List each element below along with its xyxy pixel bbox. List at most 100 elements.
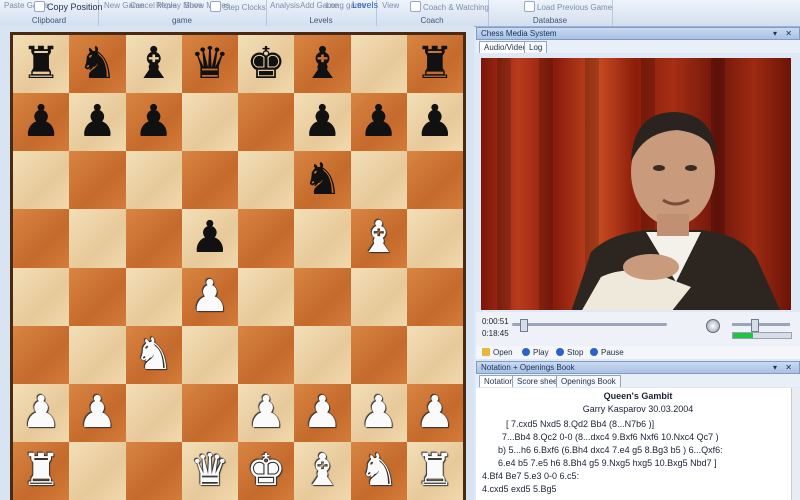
white-pawn-icon[interactable]: ♟ — [190, 274, 229, 319]
square-e2[interactable]: ♟ — [238, 383, 295, 442]
square-a4[interactable] — [13, 267, 70, 326]
square-h2[interactable]: ♟ — [406, 383, 463, 442]
volume-knob[interactable] — [750, 319, 759, 332]
square-b7[interactable]: ♟ — [69, 93, 126, 152]
square-d4[interactable]: ♟ — [181, 267, 238, 326]
square-e7[interactable] — [238, 93, 295, 152]
square-f4[interactable] — [294, 267, 351, 326]
white-pawn-icon[interactable]: ♟ — [78, 390, 117, 435]
notation-line[interactable]: 6.e4 b5 7.e5 h6 8.Bh4 g5 9.Nxg5 hxg5 10.… — [498, 458, 717, 468]
stop-button[interactable]: Stop — [556, 347, 583, 358]
square-f6[interactable]: ♞ — [294, 151, 351, 210]
black-pawn-icon[interactable]: ♟ — [190, 216, 229, 260]
square-f7[interactable]: ♟ — [294, 93, 351, 152]
notation-line[interactable]: 4.Bf4 Be7 5.e3 0-0 6.c5: — [482, 471, 579, 481]
tab-openings-book[interactable]: Openings Book — [556, 375, 621, 387]
view-button[interactable]: View — [382, 1, 399, 10]
notation-line[interactable]: b) 5...h6 6.Bxf6 (6.Bh4 dxc4 7.e4 g5 8.B… — [498, 445, 723, 455]
square-a8[interactable]: ♜ — [13, 35, 70, 94]
square-h6[interactable] — [406, 151, 463, 210]
square-e8[interactable]: ♚ — [238, 35, 295, 94]
square-e5[interactable] — [238, 209, 295, 268]
notation-line[interactable]: [ 7.cxd5 Nxd5 8.Qd2 Bb4 (8...N7b6 )] — [506, 419, 654, 429]
black-rook-icon[interactable]: ♜ — [21, 42, 60, 86]
white-bishop-icon[interactable]: ♝ — [359, 216, 398, 260]
square-b5[interactable] — [69, 209, 126, 268]
square-g6[interactable] — [350, 151, 407, 210]
square-f5[interactable] — [294, 209, 351, 268]
black-bishop-icon[interactable]: ♝ — [134, 42, 173, 86]
square-h5[interactable] — [406, 209, 463, 268]
square-g2[interactable]: ♟ — [350, 383, 407, 442]
black-pawn-icon[interactable]: ♟ — [359, 100, 398, 144]
white-bishop-icon[interactable]: ♝ — [303, 448, 342, 493]
chess-board[interactable]: ♜ ♞ ♝ ♛ ♚ ♝ ♜ ♟ ♟ ♟ ♟ ♟ ♟ ♞ ♟ ♝ ♟ ♞ ♟ ♟ ♟ ♟ ♟ ♟ ♜ ♛ ♚ ♝ ♞ ♜ — [13, 35, 463, 500]
square-c3[interactable]: ♞ — [125, 325, 182, 384]
square-a6[interactable] — [13, 151, 70, 210]
white-pawn-icon[interactable]: ♟ — [415, 390, 454, 435]
levels-dropdown[interactable]: Levels — [352, 1, 378, 10]
black-rook-icon[interactable]: ♜ — [415, 42, 454, 86]
square-d6[interactable] — [181, 151, 238, 210]
white-queen-icon[interactable]: ♛ — [190, 448, 229, 493]
play-button[interactable]: Play — [522, 347, 549, 358]
square-a3[interactable] — [13, 325, 70, 384]
pane-controls-icon[interactable]: ▾ ✕ — [773, 28, 795, 39]
square-c2[interactable] — [125, 383, 182, 442]
square-b4[interactable] — [69, 267, 126, 326]
notation-line[interactable]: 7...Bb4 8.Qc2 0-0 (8...dxc4 9.Bxf6 Nxf6 … — [502, 432, 719, 442]
square-g1[interactable]: ♞ — [350, 441, 407, 500]
black-knight-icon[interactable]: ♞ — [303, 158, 342, 202]
square-a1[interactable]: ♜ — [13, 441, 70, 500]
black-king-icon[interactable]: ♚ — [246, 42, 285, 86]
seek-knob[interactable] — [519, 319, 528, 332]
square-c8[interactable]: ♝ — [125, 35, 182, 94]
square-h4[interactable] — [406, 267, 463, 326]
square-a7[interactable]: ♟ — [13, 93, 70, 152]
square-e3[interactable] — [238, 325, 295, 384]
black-queen-icon[interactable]: ♛ — [190, 42, 229, 86]
black-pawn-icon[interactable]: ♟ — [21, 100, 60, 144]
black-pawn-icon[interactable]: ♟ — [303, 100, 342, 144]
square-d1[interactable]: ♛ — [181, 441, 238, 500]
square-f3[interactable] — [294, 325, 351, 384]
white-pawn-icon[interactable]: ♟ — [303, 390, 342, 435]
white-king-icon[interactable]: ♚ — [246, 448, 285, 493]
load-previous-game-button[interactable]: Load Previous Game — [524, 1, 612, 12]
tab-log[interactable]: Log — [524, 41, 548, 53]
white-knight-icon[interactable]: ♞ — [359, 448, 398, 493]
white-pawn-icon[interactable]: ♟ — [21, 390, 60, 435]
square-e1[interactable]: ♚ — [238, 441, 295, 500]
square-b6[interactable] — [69, 151, 126, 210]
square-d2[interactable] — [181, 383, 238, 442]
square-b2[interactable]: ♟ — [69, 383, 126, 442]
square-e6[interactable] — [238, 151, 295, 210]
white-rook-icon[interactable]: ♜ — [415, 448, 454, 493]
black-bishop-icon[interactable]: ♝ — [303, 42, 342, 86]
black-pawn-icon[interactable]: ♟ — [134, 100, 173, 144]
square-b8[interactable]: ♞ — [69, 35, 126, 94]
square-c1[interactable] — [125, 441, 182, 500]
square-h7[interactable]: ♟ — [406, 93, 463, 152]
square-g7[interactable]: ♟ — [350, 93, 407, 152]
white-knight-icon[interactable]: ♞ — [134, 332, 173, 377]
square-f8[interactable]: ♝ — [294, 35, 351, 94]
square-b3[interactable] — [69, 325, 126, 384]
square-c5[interactable] — [125, 209, 182, 268]
black-pawn-icon[interactable]: ♟ — [415, 100, 454, 144]
notation-scrollbar[interactable] — [791, 388, 800, 500]
black-pawn-icon[interactable]: ♟ — [78, 100, 117, 144]
open-button[interactable]: Open — [482, 347, 513, 358]
pane-controls-icon[interactable]: ▾ ✕ — [773, 362, 795, 373]
square-c7[interactable]: ♟ — [125, 93, 182, 152]
square-g3[interactable] — [350, 325, 407, 384]
square-e4[interactable] — [238, 267, 295, 326]
speaker-icon[interactable] — [706, 319, 720, 333]
square-d3[interactable] — [181, 325, 238, 384]
square-h8[interactable]: ♜ — [406, 35, 463, 94]
square-f2[interactable]: ♟ — [294, 383, 351, 442]
square-c4[interactable] — [125, 267, 182, 326]
coach-watching-button[interactable]: Coach & Watching — [410, 1, 489, 12]
square-f1[interactable]: ♝ — [294, 441, 351, 500]
white-rook-icon[interactable]: ♜ — [21, 448, 60, 493]
